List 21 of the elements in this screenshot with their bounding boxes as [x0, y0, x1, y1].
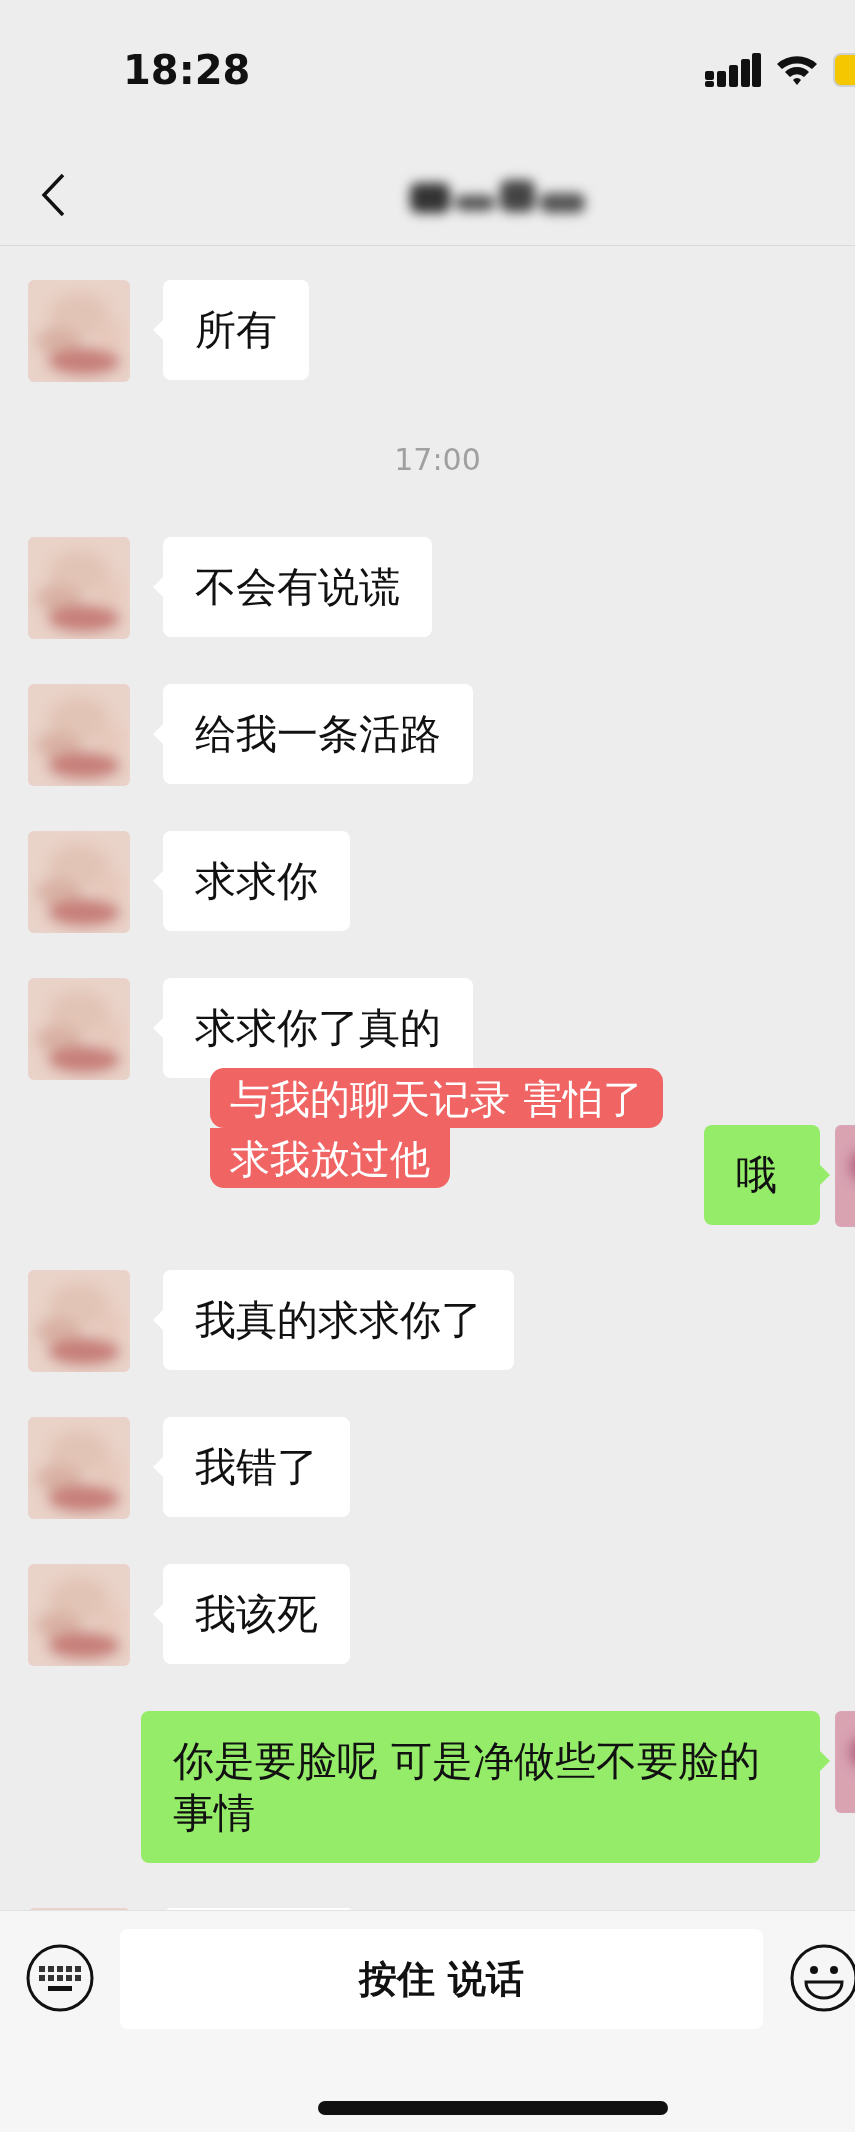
message-bubble: 不会有说谎: [163, 537, 432, 637]
annotation-label: 与我的聊天记录 害怕了: [210, 1068, 663, 1128]
wifi-icon: [775, 54, 819, 86]
message-bubble: 你是要脸呢 可是净做些不要脸的事情: [141, 1711, 820, 1863]
message-bubble: 给我一条活路: [163, 684, 473, 784]
message-bubble: 求求你了真的: [163, 978, 473, 1078]
message-bubble: 我该死: [163, 1564, 350, 1664]
timestamp: 17:00: [394, 441, 481, 479]
message-bubble: 我真的求求你了: [163, 1270, 514, 1370]
back-icon[interactable]: [40, 173, 66, 217]
annotation-label: 求我放过他: [210, 1128, 450, 1188]
status-time: 18:28: [123, 47, 251, 93]
message-bubble: 所有: [163, 280, 309, 380]
keyboard-icon[interactable]: [26, 1944, 94, 2012]
hold-to-talk-button[interactable]: 按住 说话: [120, 1929, 763, 2029]
battery-icon: [833, 53, 855, 87]
message-bubble: 我错了: [163, 1417, 350, 1517]
message-bubble: 哦: [704, 1125, 820, 1225]
signal-icon: [705, 53, 761, 87]
emoji-icon[interactable]: [790, 1944, 855, 2012]
message-bubble: 求求你: [163, 831, 350, 931]
